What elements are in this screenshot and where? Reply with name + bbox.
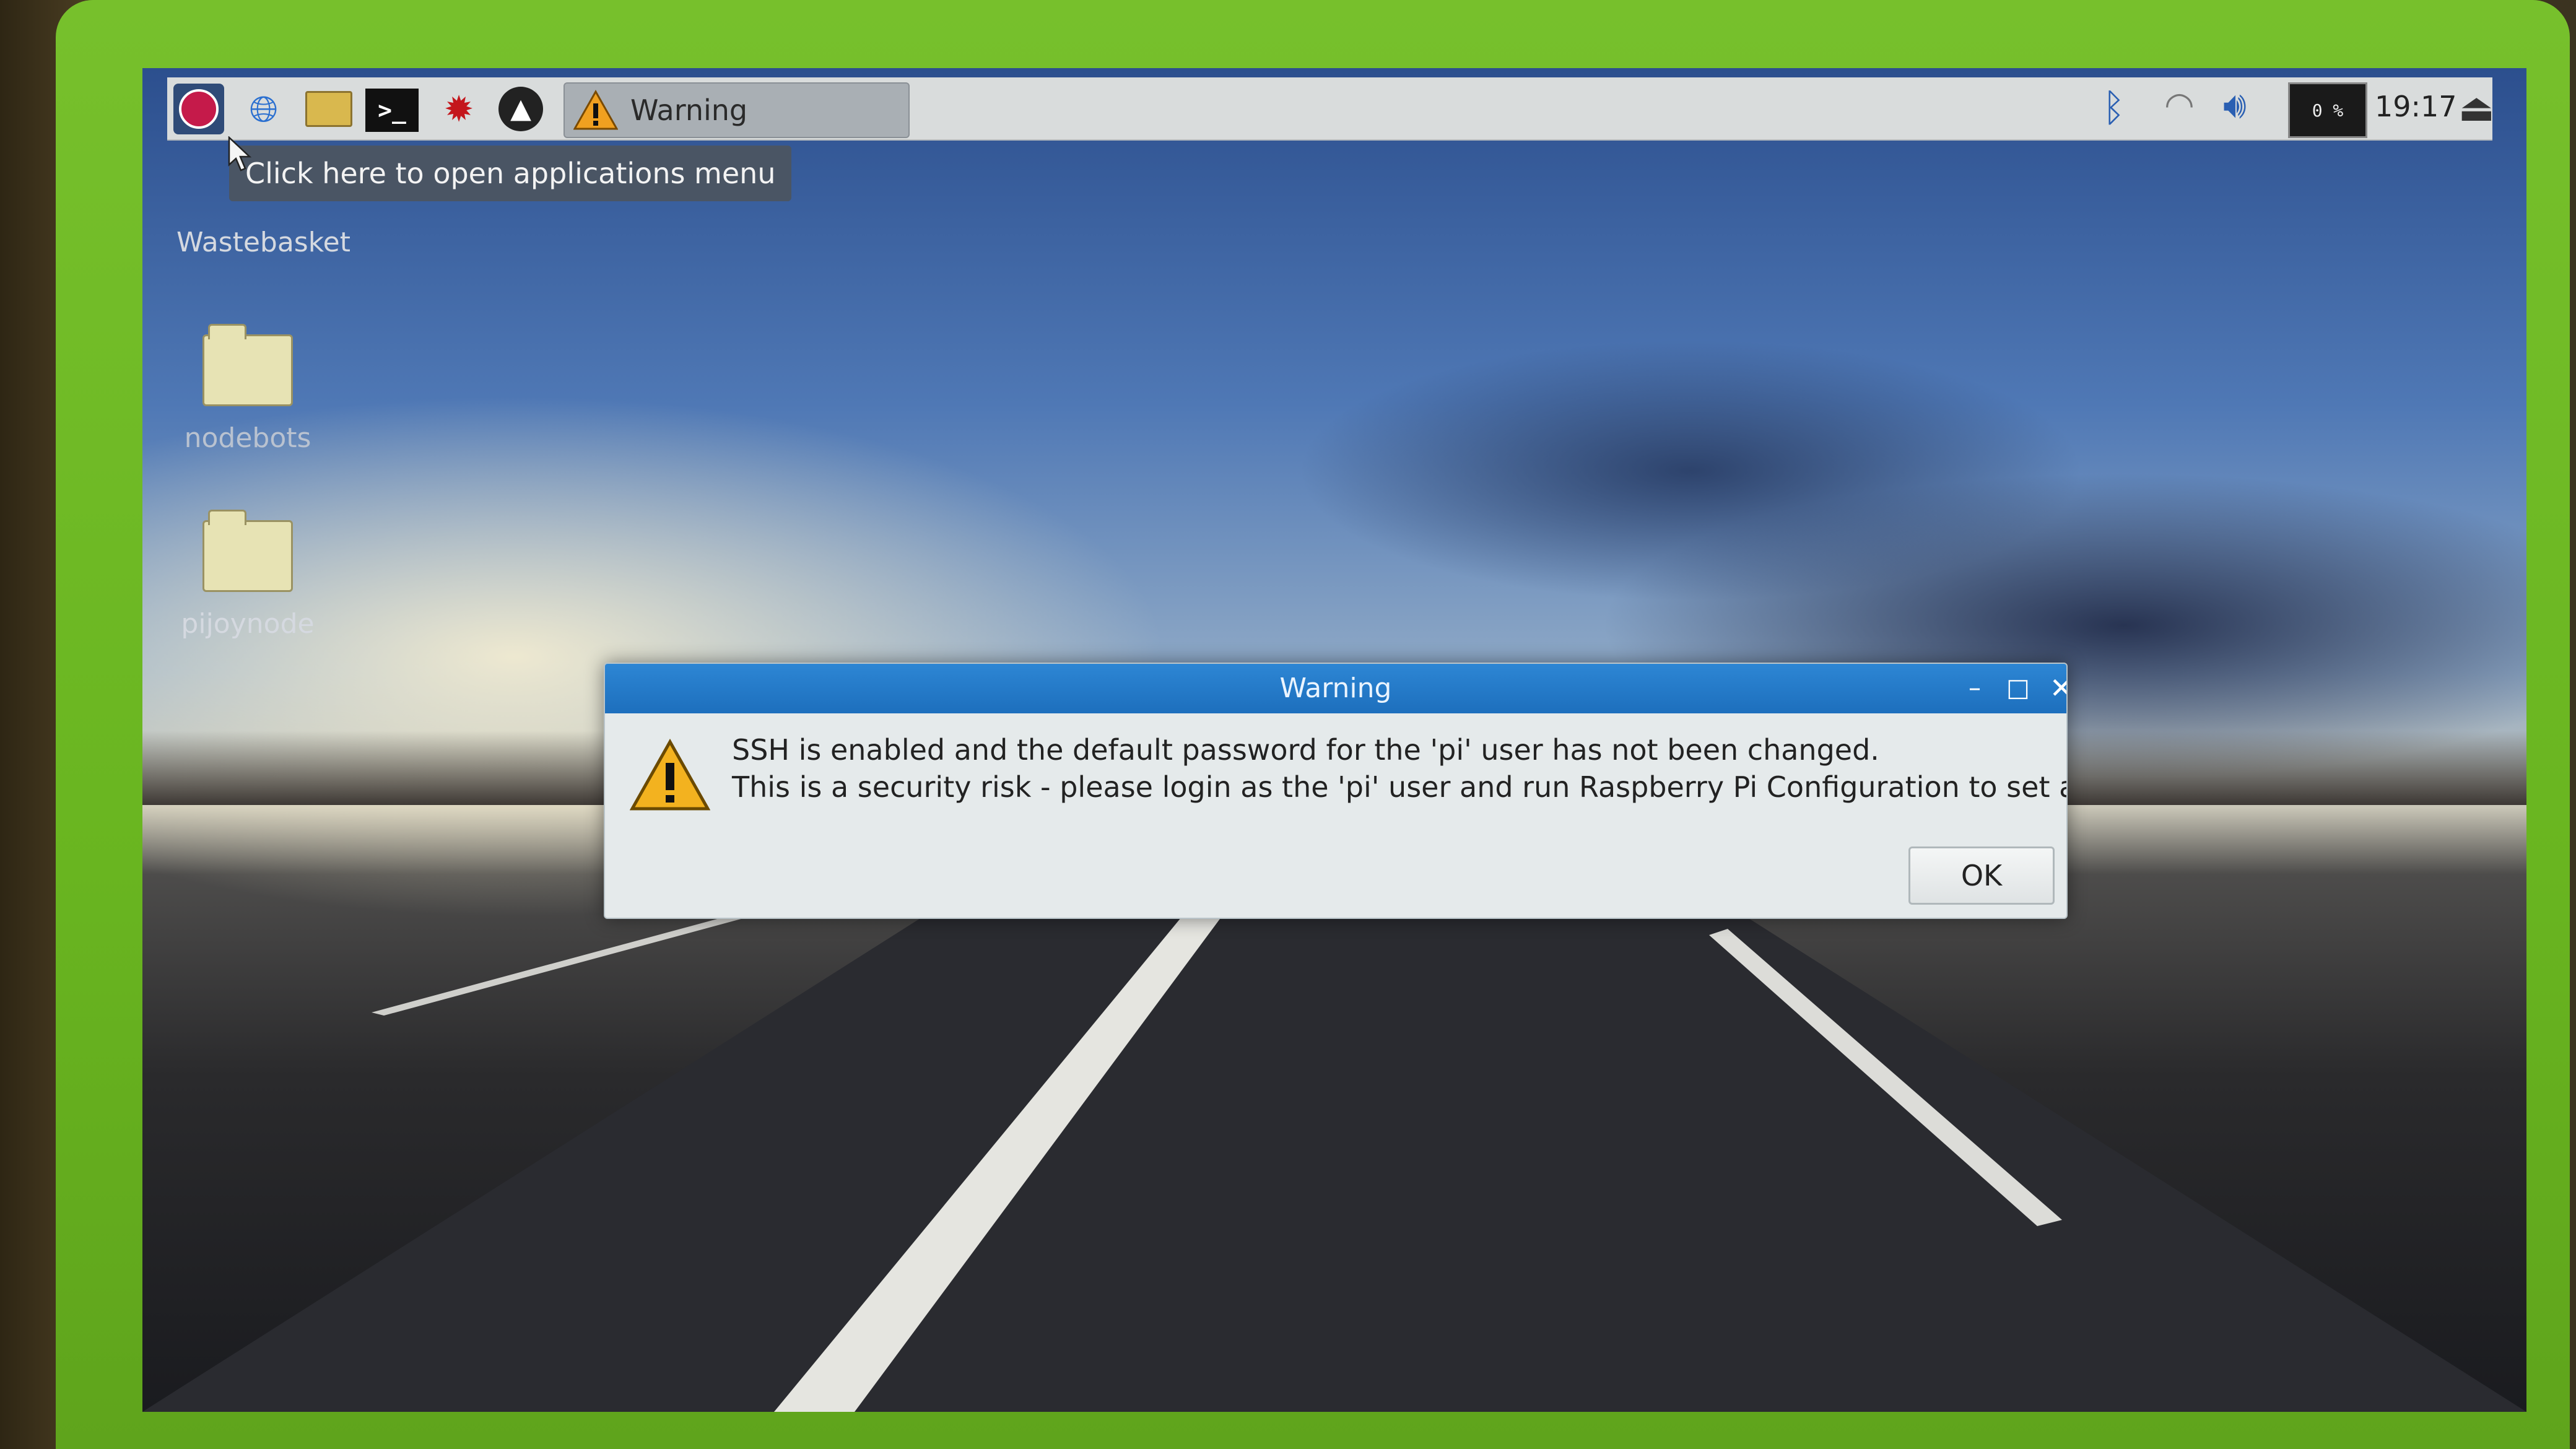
wifi-icon[interactable]: ◠ xyxy=(2164,85,2195,125)
desktop-icon-label: nodebots xyxy=(184,422,311,454)
globe-icon: 🌐︎ xyxy=(249,88,279,130)
desktop-icon-label: pijoynode xyxy=(181,608,315,640)
desktop-icon-wastebasket[interactable]: Wastebasket xyxy=(176,211,350,258)
cpu-usage-text: 0 % xyxy=(2312,100,2344,121)
applications-menu-tooltip: Click here to open applications menu xyxy=(229,146,792,201)
terminal-button[interactable]: >_ xyxy=(365,89,419,132)
warning-icon xyxy=(573,90,618,130)
web-browser-button[interactable]: 🌐︎ xyxy=(238,84,289,134)
desktop-icon-label: Wastebasket xyxy=(176,227,350,258)
dialog-message-line-1: SSH is enabled and the default password … xyxy=(732,733,1879,767)
screen: 🌐︎ >_ ✹ ▲ Warning ᛒ ◠ 🔊︎ 0 % 19:17 ⏏ Was… xyxy=(142,68,2526,1412)
task-label: Warning xyxy=(630,94,748,127)
warning-dialog: Warning – □ ✕ SSH is enabled and the def… xyxy=(604,663,2068,919)
folder-icon xyxy=(202,324,293,406)
taskbar-task-warning[interactable]: Warning xyxy=(564,82,910,138)
road-surface xyxy=(142,842,2526,1412)
eject-icon[interactable]: ⏏ xyxy=(2458,85,2495,130)
raspberry-icon xyxy=(179,89,219,129)
mouse-cursor-icon xyxy=(228,136,252,172)
wolfram-button[interactable]: ▲ xyxy=(495,84,546,134)
folder-icon xyxy=(202,510,293,592)
raspberry-menu-button[interactable] xyxy=(173,84,224,134)
volume-icon[interactable]: 🔊︎ xyxy=(2223,84,2247,127)
mathematica-button[interactable]: ✹ xyxy=(433,84,484,134)
dialog-message-line-2: This is a security risk - please login a… xyxy=(732,770,2066,804)
desktop-icon-nodebots[interactable]: nodebots xyxy=(173,324,322,454)
wolf-icon: ▲ xyxy=(498,87,543,131)
spiky-red-icon: ✹ xyxy=(443,88,474,130)
file-manager-button[interactable] xyxy=(303,84,354,134)
cpu-monitor[interactable]: 0 % xyxy=(2288,82,2367,138)
ok-button[interactable]: OK xyxy=(1908,846,2055,905)
dialog-title-bar[interactable]: Warning – □ ✕ xyxy=(605,664,2066,713)
warning-icon xyxy=(630,738,710,811)
dialog-title: Warning xyxy=(1279,672,1392,704)
terminal-icon: >_ xyxy=(378,97,406,124)
taskbar: 🌐︎ >_ ✹ ▲ Warning ᛒ ◠ 🔊︎ 0 % 19:17 ⏏ xyxy=(167,77,2495,141)
desktop-icon-pijoynode[interactable]: pijoynode xyxy=(173,510,322,640)
close-button[interactable]: ✕ xyxy=(2045,671,2066,705)
folder-icon xyxy=(305,91,352,127)
road-edge-line-left xyxy=(372,910,762,1016)
minimize-button[interactable]: – xyxy=(1958,671,1991,705)
maximize-button[interactable]: □ xyxy=(2001,671,2035,705)
bluetooth-icon[interactable]: ᛒ xyxy=(2102,85,2125,130)
clock[interactable]: 19:17 xyxy=(2375,90,2457,123)
